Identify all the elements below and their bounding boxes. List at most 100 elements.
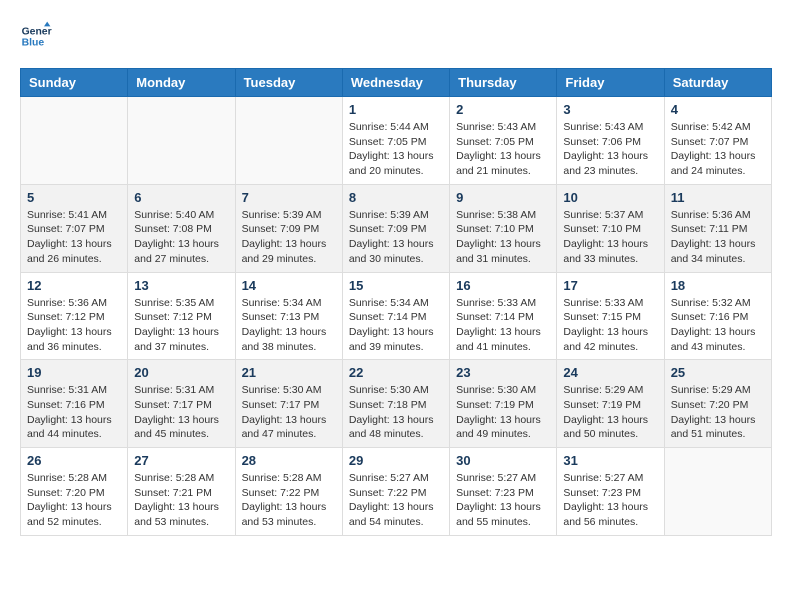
day-number: 25 bbox=[671, 365, 765, 380]
calendar-day-cell bbox=[664, 448, 771, 536]
day-number: 29 bbox=[349, 453, 443, 468]
calendar-day-cell: 29Sunrise: 5:27 AMSunset: 7:22 PMDayligh… bbox=[342, 448, 449, 536]
day-info: Sunrise: 5:43 AMSunset: 7:05 PMDaylight:… bbox=[456, 120, 550, 179]
calendar-day-cell: 31 Sunrise: 5:27 AMSunset: 7:23 PMDayligh… bbox=[557, 448, 664, 536]
calendar-day-cell bbox=[21, 97, 128, 185]
day-info: Sunrise: 5:37 AMSunset: 7:10 PMDaylight:… bbox=[563, 208, 657, 267]
calendar-day-cell: 26Sunrise: 5:28 AMSunset: 7:20 PMDayligh… bbox=[21, 448, 128, 536]
day-info: Sunrise: 5:41 AMSunset: 7:07 PMDaylight:… bbox=[27, 208, 121, 267]
day-info: Sunrise: 5:33 AMSunset: 7:14 PMDaylight:… bbox=[456, 296, 550, 355]
day-number: 11 bbox=[671, 190, 765, 205]
calendar-day-cell: 25 Sunrise: 5:29 AMSunset: 7:20 PMDayligh… bbox=[664, 360, 771, 448]
calendar-day-cell: 30Sunrise: 5:27 AMSunset: 7:23 PMDayligh… bbox=[450, 448, 557, 536]
weekday-header-cell: Sunday bbox=[21, 69, 128, 97]
day-number: 4 bbox=[671, 102, 765, 117]
day-number: 19 bbox=[27, 365, 121, 380]
calendar-day-cell: 15 Sunrise: 5:34 AMSunset: 7:14 PMDayligh… bbox=[342, 272, 449, 360]
day-info: Sunrise: 5:32 AMSunset: 7:16 PMDaylight:… bbox=[671, 296, 765, 355]
day-number: 1 bbox=[349, 102, 443, 117]
calendar-day-cell: 10 Sunrise: 5:37 AMSunset: 7:10 PMDayligh… bbox=[557, 184, 664, 272]
day-info: Sunrise: 5:31 AMSunset: 7:16 PMDaylight:… bbox=[27, 383, 121, 442]
day-info: Sunrise: 5:28 AMSunset: 7:22 PMDaylight:… bbox=[242, 471, 336, 530]
calendar-day-cell: 1 Sunrise: 5:44 AMSunset: 7:05 PMDaylight… bbox=[342, 97, 449, 185]
day-info: Sunrise: 5:35 AMSunset: 7:12 PMDaylight:… bbox=[134, 296, 228, 355]
calendar-day-cell: 3 Sunrise: 5:43 AMSunset: 7:06 PMDaylight… bbox=[557, 97, 664, 185]
calendar-day-cell bbox=[128, 97, 235, 185]
calendar-day-cell: 20Sunrise: 5:31 AMSunset: 7:17 PMDayligh… bbox=[128, 360, 235, 448]
day-number: 27 bbox=[134, 453, 228, 468]
day-number: 16 bbox=[456, 278, 550, 293]
calendar-day-cell: 12 Sunrise: 5:36 AMSunset: 7:12 PMDayligh… bbox=[21, 272, 128, 360]
weekday-header-row: SundayMondayTuesdayWednesdayThursdayFrid… bbox=[21, 69, 772, 97]
calendar-day-cell: 4 Sunrise: 5:42 AMSunset: 7:07 PMDaylight… bbox=[664, 97, 771, 185]
calendar-week-row: 19 Sunrise: 5:31 AMSunset: 7:16 PMDayligh… bbox=[21, 360, 772, 448]
day-number: 30 bbox=[456, 453, 550, 468]
calendar-body: 1 Sunrise: 5:44 AMSunset: 7:05 PMDaylight… bbox=[21, 97, 772, 536]
day-number: 7 bbox=[242, 190, 336, 205]
calendar-day-cell: 28 Sunrise: 5:28 AMSunset: 7:22 PMDayligh… bbox=[235, 448, 342, 536]
day-number: 26 bbox=[27, 453, 121, 468]
day-number: 31 bbox=[563, 453, 657, 468]
weekday-header-cell: Wednesday bbox=[342, 69, 449, 97]
day-info: Sunrise: 5:38 AMSunset: 7:10 PMDaylight:… bbox=[456, 208, 550, 267]
day-number: 6 bbox=[134, 190, 228, 205]
calendar-day-cell: 21Sunrise: 5:30 AMSunset: 7:17 PMDayligh… bbox=[235, 360, 342, 448]
day-info: Sunrise: 5:29 AMSunset: 7:20 PMDaylight:… bbox=[671, 383, 765, 442]
calendar-day-cell: 24 Sunrise: 5:29 AMSunset: 7:19 PMDayligh… bbox=[557, 360, 664, 448]
day-number: 14 bbox=[242, 278, 336, 293]
day-info: Sunrise: 5:29 AMSunset: 7:19 PMDaylight:… bbox=[563, 383, 657, 442]
day-number: 17 bbox=[563, 278, 657, 293]
day-info: Sunrise: 5:39 AMSunset: 7:09 PMDaylight:… bbox=[242, 208, 336, 267]
day-info: Sunrise: 5:28 AMSunset: 7:21 PMDaylight:… bbox=[134, 471, 228, 530]
calendar-day-cell: 2 Sunrise: 5:43 AMSunset: 7:05 PMDaylight… bbox=[450, 97, 557, 185]
logo: General Blue bbox=[20, 20, 52, 52]
calendar-day-cell: 9Sunrise: 5:38 AMSunset: 7:10 PMDaylight… bbox=[450, 184, 557, 272]
calendar-day-cell: 14 Sunrise: 5:34 AMSunset: 7:13 PMDayligh… bbox=[235, 272, 342, 360]
day-info: Sunrise: 5:43 AMSunset: 7:06 PMDaylight:… bbox=[563, 120, 657, 179]
calendar-day-cell: 7 Sunrise: 5:39 AMSunset: 7:09 PMDaylight… bbox=[235, 184, 342, 272]
day-number: 24 bbox=[563, 365, 657, 380]
calendar-week-row: 12 Sunrise: 5:36 AMSunset: 7:12 PMDayligh… bbox=[21, 272, 772, 360]
day-number: 5 bbox=[27, 190, 121, 205]
day-number: 22 bbox=[349, 365, 443, 380]
calendar-day-cell: 11 Sunrise: 5:36 AMSunset: 7:11 PMDayligh… bbox=[664, 184, 771, 272]
calendar-day-cell: 5 Sunrise: 5:41 AMSunset: 7:07 PMDaylight… bbox=[21, 184, 128, 272]
calendar-day-cell: 13 Sunrise: 5:35 AMSunset: 7:12 PMDayligh… bbox=[128, 272, 235, 360]
day-info: Sunrise: 5:27 AMSunset: 7:23 PMDaylight:… bbox=[563, 471, 657, 530]
weekday-header-cell: Monday bbox=[128, 69, 235, 97]
weekday-header-cell: Friday bbox=[557, 69, 664, 97]
calendar-day-cell: 23 Sunrise: 5:30 AMSunset: 7:19 PMDayligh… bbox=[450, 360, 557, 448]
day-info: Sunrise: 5:39 AMSunset: 7:09 PMDaylight:… bbox=[349, 208, 443, 267]
svg-text:Blue: Blue bbox=[22, 38, 45, 49]
day-info: Sunrise: 5:36 AMSunset: 7:11 PMDaylight:… bbox=[671, 208, 765, 267]
day-number: 23 bbox=[456, 365, 550, 380]
day-number: 10 bbox=[563, 190, 657, 205]
calendar-day-cell: 8 Sunrise: 5:39 AMSunset: 7:09 PMDaylight… bbox=[342, 184, 449, 272]
calendar-day-cell: 6 Sunrise: 5:40 AMSunset: 7:08 PMDaylight… bbox=[128, 184, 235, 272]
calendar-table: SundayMondayTuesdayWednesdayThursdayFrid… bbox=[20, 68, 772, 536]
day-info: Sunrise: 5:44 AMSunset: 7:05 PMDaylight:… bbox=[349, 120, 443, 179]
day-number: 20 bbox=[134, 365, 228, 380]
logo-icon: General Blue bbox=[20, 20, 52, 52]
day-number: 13 bbox=[134, 278, 228, 293]
day-number: 2 bbox=[456, 102, 550, 117]
day-info: Sunrise: 5:34 AMSunset: 7:14 PMDaylight:… bbox=[349, 296, 443, 355]
day-info: Sunrise: 5:40 AMSunset: 7:08 PMDaylight:… bbox=[134, 208, 228, 267]
day-info: Sunrise: 5:42 AMSunset: 7:07 PMDaylight:… bbox=[671, 120, 765, 179]
day-info: Sunrise: 5:36 AMSunset: 7:12 PMDaylight:… bbox=[27, 296, 121, 355]
weekday-header-cell: Tuesday bbox=[235, 69, 342, 97]
day-info: Sunrise: 5:34 AMSunset: 7:13 PMDaylight:… bbox=[242, 296, 336, 355]
day-info: Sunrise: 5:30 AMSunset: 7:17 PMDaylight:… bbox=[242, 383, 336, 442]
day-number: 12 bbox=[27, 278, 121, 293]
calendar-day-cell: 19 Sunrise: 5:31 AMSunset: 7:16 PMDayligh… bbox=[21, 360, 128, 448]
day-info: Sunrise: 5:30 AMSunset: 7:18 PMDaylight:… bbox=[349, 383, 443, 442]
weekday-header-cell: Thursday bbox=[450, 69, 557, 97]
page-header: General Blue bbox=[20, 20, 772, 52]
day-number: 28 bbox=[242, 453, 336, 468]
day-number: 3 bbox=[563, 102, 657, 117]
calendar-day-cell: 22 Sunrise: 5:30 AMSunset: 7:18 PMDayligh… bbox=[342, 360, 449, 448]
day-number: 18 bbox=[671, 278, 765, 293]
day-number: 15 bbox=[349, 278, 443, 293]
day-info: Sunrise: 5:30 AMSunset: 7:19 PMDaylight:… bbox=[456, 383, 550, 442]
day-number: 8 bbox=[349, 190, 443, 205]
